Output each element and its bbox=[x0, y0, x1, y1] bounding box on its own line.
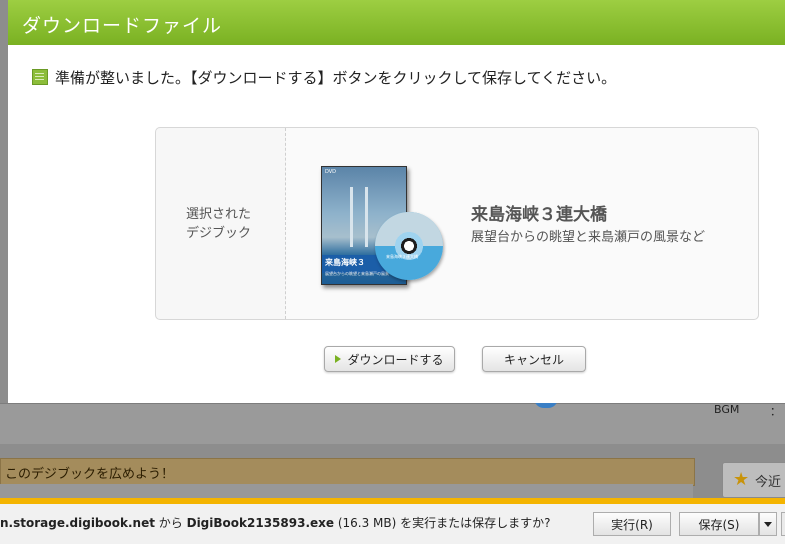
selected-label-line1: 選択された bbox=[186, 207, 252, 222]
download-filename: DigiBook2135893.exe bbox=[186, 516, 335, 530]
book-icon bbox=[32, 69, 48, 85]
cover-title: 来島海峡３ bbox=[325, 258, 365, 267]
bgm-label: BGM bbox=[714, 403, 740, 416]
cover-dvd-label: DVD bbox=[325, 169, 337, 175]
close-notification-button[interactable] bbox=[781, 512, 785, 536]
star-icon: ★ bbox=[733, 469, 750, 490]
download-host: n.storage.digibook.net bbox=[0, 516, 155, 530]
download-button[interactable]: ダウンロードする bbox=[324, 346, 455, 372]
share-banner: このデジブックを広めよう！ bbox=[0, 458, 695, 486]
download-size: (16.3 MB) bbox=[334, 516, 401, 530]
download-notification-bar: n.storage.digibook.net から DigiBook213589… bbox=[0, 498, 785, 544]
save-button-label: 保存(S) bbox=[698, 517, 740, 532]
run-button[interactable]: 実行(R) bbox=[593, 512, 671, 536]
bridge-tower-graphic bbox=[350, 187, 368, 247]
disc-label: 来島海峡３連大橋 bbox=[386, 254, 418, 259]
play-arrow-icon bbox=[335, 355, 342, 363]
background-right-button: ★ 今近 bbox=[722, 462, 785, 498]
dialog-message: 準備が整いました。【ダウンロードする】ボタンをクリックして保存してください。 bbox=[55, 68, 617, 87]
bgm-separator: ： bbox=[770, 405, 781, 418]
selected-label-cell: 選択された デジブック bbox=[156, 128, 286, 319]
background-right-button-label: 今近 bbox=[755, 475, 782, 490]
save-options-dropdown[interactable] bbox=[759, 512, 777, 536]
download-button-label: ダウンロードする bbox=[347, 352, 444, 367]
book-title: 来島海峡３連大橋 bbox=[471, 205, 607, 225]
selected-label-line2: デジブック bbox=[186, 226, 252, 241]
chevron-down-icon bbox=[764, 521, 772, 527]
cover-subtitle: 展望台からの眺望と来島瀬戸の風景 bbox=[325, 271, 389, 276]
disc-highlight bbox=[375, 212, 443, 246]
background-toolbar bbox=[0, 403, 785, 444]
book-description: 展望台からの眺望と来島瀬戸の風景など bbox=[471, 230, 706, 245]
download-from: から bbox=[154, 516, 187, 530]
book-info-cell: DVD 来島海峡３ 展望台からの眺望と来島瀬戸の風景 来島海峡３連大橋 来島海峡… bbox=[286, 128, 758, 319]
share-row bbox=[0, 484, 693, 498]
dialog-header: ダウンロードファイル bbox=[8, 0, 785, 45]
run-button-label: 実行(R) bbox=[611, 517, 653, 532]
share-banner-text: このデジブックを広めよう！ bbox=[5, 467, 175, 482]
dialog-message-row: 準備が整いました。【ダウンロードする】ボタンをクリックして保存してください。 bbox=[32, 66, 616, 88]
download-question: を実行または保存しますか? bbox=[400, 516, 551, 530]
cancel-button-label: キャンセル bbox=[503, 352, 564, 367]
download-dialog: ダウンロードファイル 準備が整いました。【ダウンロードする】ボタンをクリックして… bbox=[8, 0, 785, 403]
dialog-title: ダウンロードファイル bbox=[22, 15, 223, 37]
selected-label: 選択された デジブック bbox=[186, 205, 251, 243]
save-button[interactable]: 保存(S) bbox=[679, 512, 759, 536]
selected-book-panel: 選択された デジブック DVD 来島海峡３ 展望台からの眺望と来島瀬戸の風景 来… bbox=[155, 127, 759, 320]
download-prompt: n.storage.digibook.net から DigiBook213589… bbox=[0, 514, 551, 531]
cancel-button[interactable]: キャンセル bbox=[482, 346, 586, 372]
